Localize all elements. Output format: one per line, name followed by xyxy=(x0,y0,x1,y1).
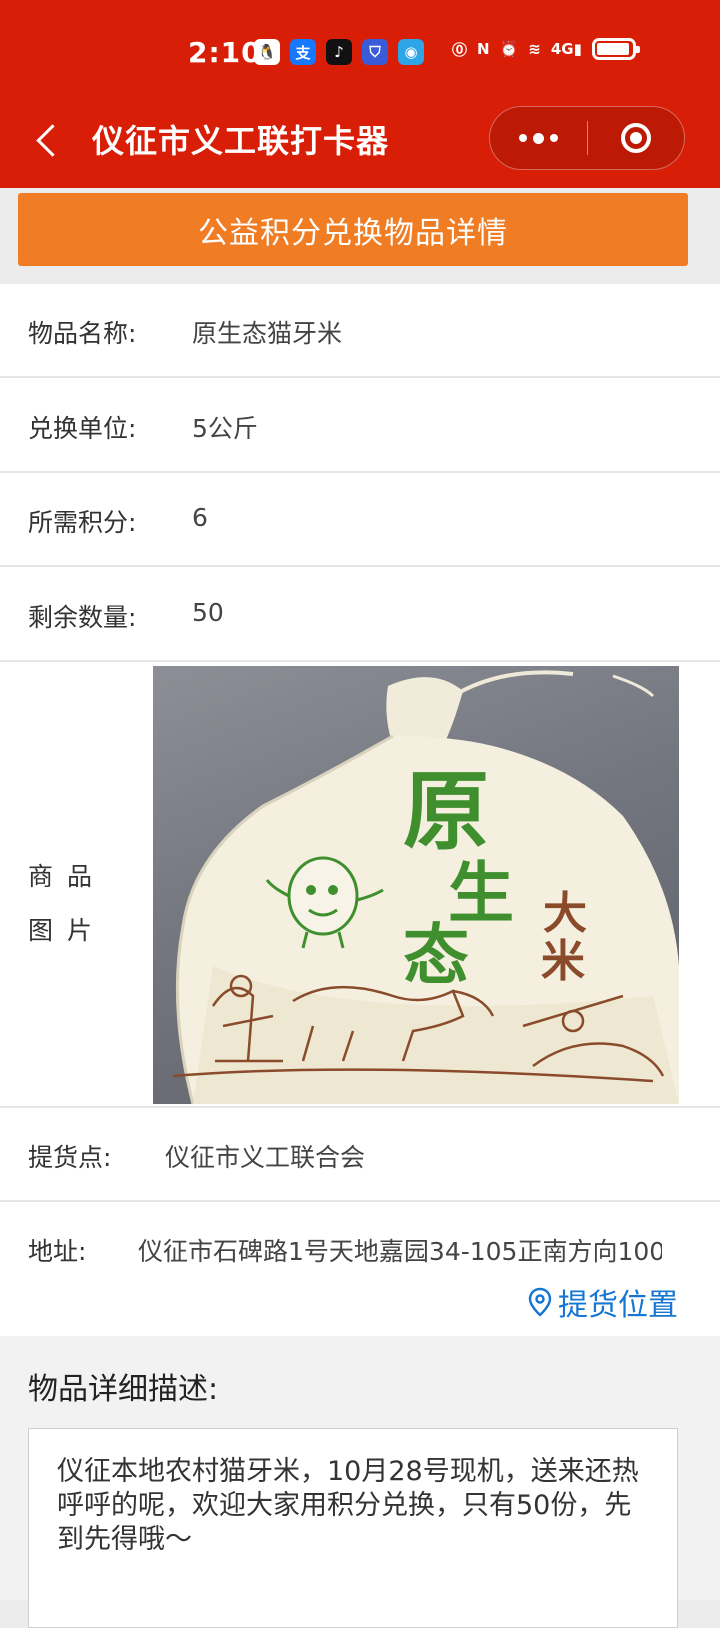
nav-bar: 仪征市义工联打卡器 xyxy=(0,96,720,188)
address-label: 地址: xyxy=(28,1237,87,1266)
product-image-label: 商品图片 xyxy=(28,862,107,945)
battery-fill xyxy=(596,43,630,55)
alipay-icon: 支 xyxy=(290,39,316,65)
description-text: 仪征本地农村猫牙米，10月28号现机，送来还热呼呼的呢，欢迎大家用积分兑换，只有… xyxy=(28,1428,678,1628)
detail-row-unit: 兑换单位: 5公斤 xyxy=(0,379,720,473)
required-points-value: 6 xyxy=(192,503,208,532)
tiktok-icon: ♪ xyxy=(326,39,352,65)
description-title: 物品详细描述: xyxy=(28,1372,219,1407)
pickup-point-label: 提货点: xyxy=(28,1143,112,1172)
location-pin-icon xyxy=(528,1287,552,1317)
signal-icon: 4G▮ xyxy=(550,40,582,58)
pickup-location-label: 提货位置 xyxy=(558,1288,678,1323)
wifi-icon: ≋ xyxy=(528,40,541,58)
exchange-unit-value: 5公斤 xyxy=(192,414,258,443)
remaining-qty-label: 剩余数量: xyxy=(28,603,137,632)
qq-icon: 🐧 xyxy=(254,39,280,65)
detail-row-remaining: 剩余数量: 50 xyxy=(0,568,720,662)
status-bar: 2:10 🐧 支 ♪ ⛉ ◉ ⓪ N ⏰ ≋ 4G▮ xyxy=(0,0,720,96)
address-row: 地址: 仪征市石碑路1号天地嘉园34-105正南方向100米 提货位置 xyxy=(0,1202,720,1336)
item-detail-card: 物品名称: 原生态猫牙米 兑换单位: 5公斤 所需积分: 6 剩余数量: 50 … xyxy=(0,284,720,1336)
nfc-icon: N xyxy=(477,40,490,58)
chevron-left-icon xyxy=(35,123,69,157)
battery-icon xyxy=(591,38,640,60)
status-app-icons: 🐧 支 ♪ ⛉ ◉ xyxy=(254,39,424,65)
svg-text:米: 米 xyxy=(541,936,585,987)
back-button[interactable] xyxy=(26,114,70,166)
section-banner: 公益积分兑换物品详情 xyxy=(18,193,688,266)
svg-text:态: 态 xyxy=(403,917,469,994)
rice-bag-illustration: 原 生 态 大 米 xyxy=(172,670,679,1104)
target-close-icon xyxy=(620,123,651,153)
miniprogram-capsule xyxy=(489,106,685,170)
svg-text:大: 大 xyxy=(543,888,587,939)
browser-icon: ◉ xyxy=(398,39,424,65)
more-dots-icon-center xyxy=(533,132,544,144)
item-name-label: 物品名称: xyxy=(28,319,137,348)
status-time: 2:10 xyxy=(188,36,262,69)
remaining-qty-value: 50 xyxy=(192,598,224,627)
app-blue-icon: ⛉ xyxy=(362,39,388,65)
more-dots-icon xyxy=(519,134,527,142)
description-section: 物品详细描述: 仪征本地农村猫牙米，10月28号现机，送来还热呼呼的呢，欢迎大家… xyxy=(0,1336,720,1628)
more-button[interactable] xyxy=(490,107,587,169)
product-image[interactable]: 原 生 态 大 米 xyxy=(153,666,679,1104)
pickup-location-link[interactable]: 提货位置 xyxy=(528,1280,678,1324)
svg-text:原: 原 xyxy=(403,762,489,862)
address-value: 仪征市石碑路1号天地嘉园34-105正南方向100米 xyxy=(138,1237,662,1266)
close-miniprogram-button[interactable] xyxy=(588,107,684,169)
hd-call-icon: ⓪ xyxy=(452,40,468,59)
status-system-icons: ⓪ N ⏰ ≋ 4G▮ xyxy=(452,36,640,62)
pickup-point-value: 仪征市义工联合会 xyxy=(165,1143,366,1172)
product-image-row: 商品图片 原 生 态 大 米 xyxy=(0,664,720,1108)
item-name-value: 原生态猫牙米 xyxy=(192,319,343,348)
exchange-unit-label: 兑换单位: xyxy=(28,414,137,443)
pickup-point-row: 提货点: 仪征市义工联合会 xyxy=(0,1108,720,1202)
detail-row-points: 所需积分: 6 xyxy=(0,473,720,567)
alarm-icon: ⏰ xyxy=(499,40,519,58)
more-dots-icon-right xyxy=(550,134,558,142)
required-points-label: 所需积分: xyxy=(28,508,137,537)
detail-row-name: 物品名称: 原生态猫牙米 xyxy=(0,284,720,378)
page-title: 仪征市义工联打卡器 xyxy=(92,122,390,160)
